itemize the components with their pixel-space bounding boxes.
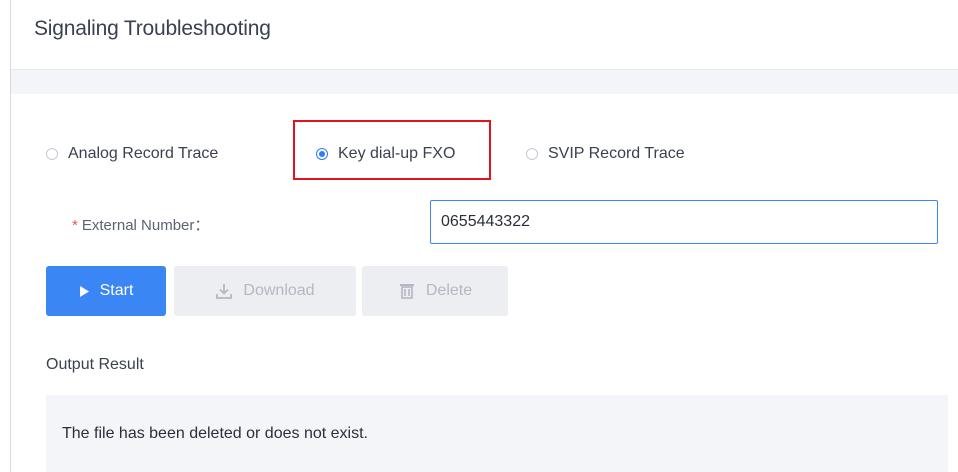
- page-header: Signaling Troubleshooting: [11, 0, 958, 70]
- start-button[interactable]: Start: [46, 266, 166, 316]
- radio-label: SVIP Record Trace: [548, 145, 685, 162]
- radio-key-dial-up-fxo[interactable]: Key dial-up FXO: [316, 142, 455, 166]
- output-result-box: The file has been deleted or does not ex…: [46, 395, 948, 472]
- trash-icon: [398, 282, 416, 300]
- radio-label: Analog Record Trace: [68, 145, 219, 162]
- external-number-label: * External Number：: [72, 214, 209, 235]
- delete-button[interactable]: Delete: [362, 266, 508, 316]
- download-button[interactable]: Download: [174, 266, 356, 316]
- required-marker: *: [72, 217, 78, 234]
- output-result-label: Output Result: [46, 356, 144, 373]
- external-number-input[interactable]: [430, 200, 938, 244]
- page-title: Signaling Troubleshooting: [34, 17, 271, 40]
- download-icon: [215, 282, 233, 300]
- radio-circle[interactable]: [526, 148, 538, 160]
- delete-button-label: Delete: [425, 282, 473, 299]
- header-band: [11, 70, 958, 94]
- radio-circle[interactable]: [46, 148, 58, 160]
- radio-svip-record-trace[interactable]: SVIP Record Trace: [526, 142, 685, 166]
- radio-label: Key dial-up FXO: [338, 145, 456, 162]
- start-button-label: Start: [99, 282, 134, 299]
- radio-analog-record-trace[interactable]: Analog Record Trace: [46, 142, 218, 166]
- radio-circle-selected[interactable]: [316, 148, 328, 160]
- download-button-label: Download: [243, 282, 315, 299]
- play-icon: [79, 285, 90, 298]
- output-result-message: The file has been deleted or does not ex…: [62, 425, 368, 442]
- external-number-label-text: External Number：: [81, 217, 210, 234]
